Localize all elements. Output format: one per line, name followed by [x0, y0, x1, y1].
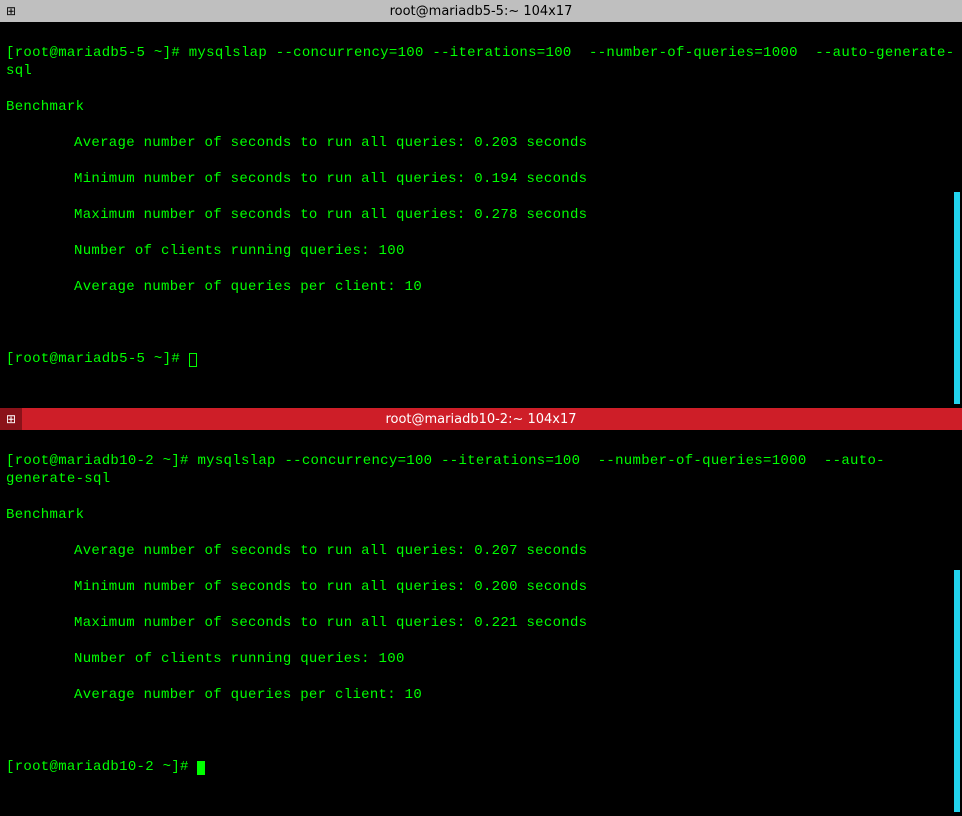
clients-line-2: Number of clients running queries: 100	[6, 650, 956, 668]
prompt-2b: [root@mariadb10-2 ~]#	[6, 759, 189, 775]
cursor-icon	[197, 761, 205, 775]
scrollbar-2[interactable]	[954, 570, 960, 812]
avg-line-1: Average number of seconds to run all que…	[6, 134, 956, 152]
scrollbar-1[interactable]	[954, 192, 960, 404]
terminal-pane-1[interactable]: [root@mariadb5-5 ~]# mysqlslap --concurr…	[0, 22, 962, 408]
prompt-1: [root@mariadb5-5 ~]#	[6, 45, 180, 61]
benchmark-label-2: Benchmark	[6, 506, 956, 524]
perclient-line-2: Average number of queries per client: 10	[6, 686, 956, 704]
split-icon[interactable]: ⊞	[0, 0, 22, 22]
perclient-line-1: Average number of queries per client: 10	[6, 278, 956, 296]
window-title-1: root@mariadb5-5:~ 104x17	[0, 4, 962, 19]
cursor-icon	[189, 353, 197, 367]
max-line-2: Maximum number of seconds to run all que…	[6, 614, 956, 632]
min-line-2: Minimum number of seconds to run all que…	[6, 578, 956, 596]
max-line-1: Maximum number of seconds to run all que…	[6, 206, 956, 224]
terminal-pane-2[interactable]: [root@mariadb10-2 ~]# mysqlslap --concur…	[0, 430, 962, 816]
prompt-2: [root@mariadb10-2 ~]#	[6, 453, 189, 469]
benchmark-label-1: Benchmark	[6, 98, 956, 116]
titlebar-pane-1[interactable]: ⊞ root@mariadb5-5:~ 104x17	[0, 0, 962, 22]
terminal-output-2[interactable]: [root@mariadb10-2 ~]# mysqlslap --concur…	[0, 430, 962, 816]
window-title-2: root@mariadb10-2:~ 104x17	[0, 412, 962, 427]
titlebar-pane-2[interactable]: ⊞ root@mariadb10-2:~ 104x17	[0, 408, 962, 430]
min-line-1: Minimum number of seconds to run all que…	[6, 170, 956, 188]
split-icon[interactable]: ⊞	[0, 408, 22, 430]
clients-line-1: Number of clients running queries: 100	[6, 242, 956, 260]
prompt-1b: [root@mariadb5-5 ~]#	[6, 351, 180, 367]
avg-line-2: Average number of seconds to run all que…	[6, 542, 956, 560]
terminal-output-1[interactable]: [root@mariadb5-5 ~]# mysqlslap --concurr…	[0, 22, 962, 408]
